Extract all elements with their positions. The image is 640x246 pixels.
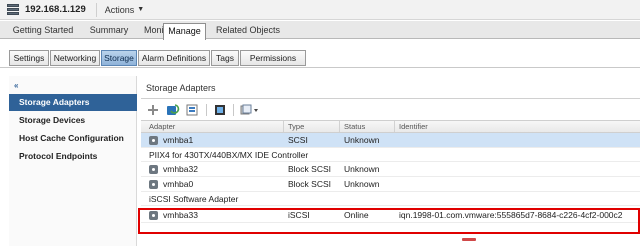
actions-dropdown-icon[interactable] [240, 103, 260, 117]
storage-adapter-icon [149, 136, 158, 145]
group-header: PIIX4 for 430TX/440BX/MX IDE Controller [141, 148, 640, 162]
actions-menu[interactable]: Actions ▼ [105, 5, 144, 15]
adapter-status: Unknown [344, 179, 380, 189]
adapter-type: Block SCSI [288, 164, 331, 174]
content-title: Storage Adapters [146, 83, 216, 93]
table-row[interactable]: vmhba1 SCSI Unknown [141, 133, 640, 148]
title-divider [95, 2, 97, 17]
content-divider [141, 98, 640, 99]
subtabs-divider [0, 67, 640, 68]
left-nav: « Storage Adapters Storage Devices Host … [9, 76, 137, 246]
title-bar: 192.168.1.129 Actions ▼ [0, 0, 640, 20]
scroll-indicator[interactable] [462, 238, 476, 241]
tab-related-objects[interactable]: Related Objects [208, 23, 288, 39]
actions-label: Actions [104, 4, 135, 15]
host-server-icon [7, 4, 19, 15]
subtab-tags[interactable]: Tags [211, 50, 239, 66]
subtab-storage[interactable]: Storage [101, 50, 137, 66]
highlight-box [138, 208, 640, 234]
adapter-status: Unknown [344, 135, 380, 145]
nav-item-storage-devices[interactable]: Storage Devices [9, 112, 137, 129]
subtab-settings[interactable]: Settings [9, 50, 49, 66]
refresh-icon[interactable] [166, 103, 180, 117]
properties-icon[interactable] [213, 103, 227, 117]
host-title: 192.168.1.129 [25, 4, 86, 15]
table-row[interactable]: vmhba32 Block SCSI Unknown [141, 162, 640, 177]
nav-item-host-cache-configuration[interactable]: Host Cache Configuration [9, 130, 137, 147]
subtab-networking[interactable]: Networking [50, 50, 100, 66]
nav-item-storage-adapters[interactable]: Storage Adapters [9, 94, 137, 111]
tab-summary[interactable]: Summary [84, 23, 134, 39]
tab-manage[interactable]: Manage [163, 23, 206, 40]
adapter-status: Unknown [344, 164, 380, 174]
toolbar-separator [233, 104, 234, 116]
toolbar-separator [206, 104, 207, 116]
storage-adapter-icon [149, 180, 158, 189]
adapter-type: Block SCSI [288, 179, 331, 189]
nav-item-protocol-endpoints[interactable]: Protocol Endpoints [9, 148, 137, 165]
main-tabs: Getting Started Summary Monitor Manage R… [0, 21, 640, 40]
collapse-panel-icon[interactable]: « [14, 81, 18, 90]
adapter-name: vmhba32 [163, 164, 198, 174]
rescan-icon[interactable] [186, 103, 200, 117]
add-icon[interactable] [146, 103, 160, 117]
adapters-toolbar [146, 102, 266, 118]
adapter-type: SCSI [288, 135, 308, 145]
table-header: Adapter Type Status Identifier [141, 120, 640, 133]
adapter-name: vmhba0 [163, 179, 194, 189]
table-row[interactable]: vmhba0 Block SCSI Unknown [141, 177, 640, 192]
sub-tabs: Settings Networking Storage Alarm Defini… [0, 40, 640, 68]
column-header-type[interactable]: Type [288, 122, 304, 131]
column-header-status[interactable]: Status [344, 122, 365, 131]
column-header-identifier[interactable]: Identifier [399, 122, 428, 131]
subtab-alarm-definitions[interactable]: Alarm Definitions [138, 50, 210, 66]
adapter-name: vmhba1 [163, 135, 194, 145]
group-header: iSCSI Software Adapter [141, 192, 640, 206]
storage-adapter-icon [149, 165, 158, 174]
caret-down-icon: ▼ [137, 6, 145, 13]
subtab-permissions[interactable]: Permissions [240, 50, 306, 66]
tab-getting-started[interactable]: Getting Started [4, 23, 82, 39]
column-header-adapter[interactable]: Adapter [149, 122, 175, 131]
